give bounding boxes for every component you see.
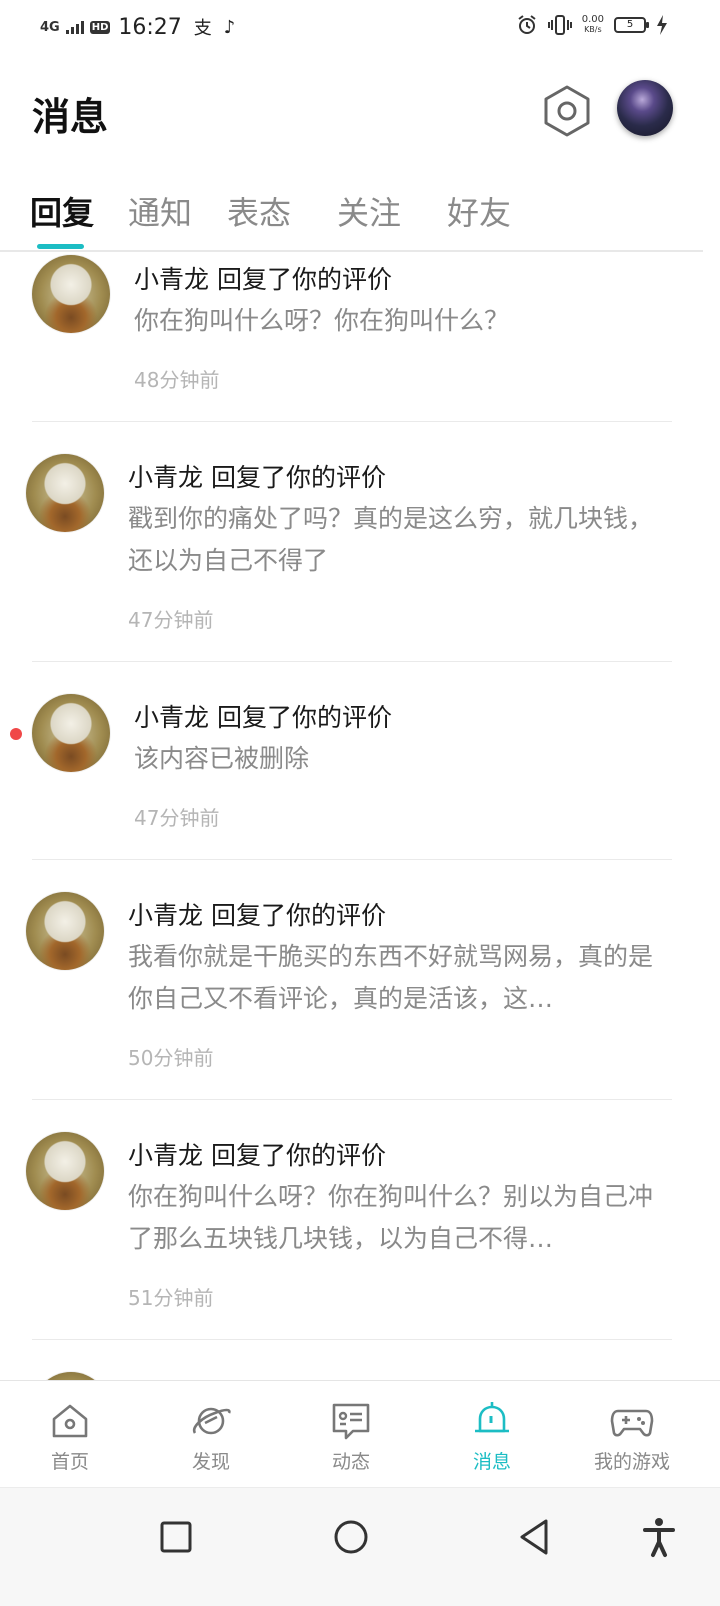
nav-feed[interactable]: 动态 bbox=[286, 1381, 416, 1487]
battery-level: 5 bbox=[626, 19, 634, 30]
network-type: 4G bbox=[40, 19, 60, 35]
unread-dot bbox=[10, 728, 22, 740]
status-bar: 4G HD 16:27 支 ♪ 0.00 KB/s 5 bbox=[0, 0, 720, 56]
message-body: 该内容已被删除 bbox=[134, 744, 310, 773]
nav-home[interactable]: 首页 bbox=[5, 1381, 135, 1487]
message-body: 戳到你的痛处了吗？真的是这么穷，就几块钱，还以为自己不得了 bbox=[128, 504, 654, 575]
chat-card-icon bbox=[332, 1403, 370, 1440]
network-speed: 0.00 KB/s bbox=[582, 15, 604, 35]
message-body: 你在狗叫什么呀？你在狗叫什么？别以为自己冲了那么五块钱几块钱，以为自己不得… bbox=[128, 1182, 654, 1253]
accessibility-icon[interactable] bbox=[634, 1512, 684, 1562]
recent-apps-square-icon[interactable] bbox=[151, 1512, 201, 1562]
settings-button[interactable] bbox=[542, 84, 592, 138]
message-body: 你在狗叫什么呀？你在狗叫什么？ bbox=[134, 306, 510, 335]
battery-icon: 5 bbox=[614, 17, 649, 33]
message-title: 小青龙 回复了你的评价 bbox=[134, 265, 392, 294]
list-item[interactable]: 小青龙 回复了你的评价 你在狗叫什么呀？你在狗叫什么？ 48分钟前 bbox=[0, 252, 720, 422]
tab-reactions[interactable]: 表态 bbox=[227, 188, 291, 234]
message-title: 小青龙 回复了你的评价 bbox=[128, 1141, 386, 1170]
nav-feed-label: 动态 bbox=[331, 1451, 370, 1473]
alipay-notification-icon: 支 bbox=[193, 18, 212, 39]
charging-icon bbox=[657, 15, 667, 35]
nav-messages[interactable]: 消息 bbox=[427, 1381, 557, 1487]
nav-my-games[interactable]: 我的游戏 bbox=[567, 1381, 697, 1487]
sender-avatar-partial[interactable] bbox=[32, 1372, 110, 1380]
home-icon bbox=[52, 1404, 88, 1438]
message-time: 47分钟前 bbox=[134, 806, 220, 830]
profile-avatar[interactable] bbox=[617, 80, 673, 136]
nav-discover[interactable]: 发现 bbox=[146, 1381, 276, 1487]
speed-value: 0.00 bbox=[581, 14, 604, 25]
nav-my-games-label: 我的游戏 bbox=[593, 1451, 670, 1473]
message-title: 小青龙 回复了你的评价 bbox=[128, 901, 386, 930]
sender-avatar[interactable] bbox=[26, 892, 104, 970]
tab-reply[interactable]: 回复 bbox=[30, 188, 94, 234]
sender-avatar[interactable] bbox=[32, 694, 110, 772]
page-title: 消息 bbox=[32, 95, 109, 139]
sender-avatar[interactable] bbox=[26, 1132, 104, 1210]
tab-friends[interactable]: 好友 bbox=[447, 188, 511, 234]
message-time: 50分钟前 bbox=[128, 1046, 214, 1070]
hd-badge: HD bbox=[89, 20, 111, 34]
tab-follow[interactable]: 关注 bbox=[337, 188, 401, 234]
sender-avatar[interactable] bbox=[32, 255, 110, 333]
tab-notice[interactable]: 通知 bbox=[128, 188, 192, 234]
home-circle-icon[interactable] bbox=[326, 1512, 376, 1562]
status-left: 4G HD 16:27 支 ♪ bbox=[40, 14, 235, 40]
vibrate-icon bbox=[547, 15, 572, 35]
signal-icon bbox=[65, 20, 84, 34]
nav-home-label: 首页 bbox=[50, 1451, 89, 1473]
message-time: 47分钟前 bbox=[128, 608, 214, 632]
bell-icon bbox=[475, 1402, 509, 1433]
message-tabs: 回复 通知 表态 关注 好友 bbox=[0, 180, 720, 250]
message-list[interactable]: 小青龙 回复了你的评价 你在狗叫什么呀？你在狗叫什么？ 48分钟前 小青龙 回复… bbox=[0, 252, 720, 1380]
nav-messages-label: 消息 bbox=[472, 1451, 511, 1473]
system-navigation-bar bbox=[0, 1487, 720, 1606]
item-divider bbox=[32, 1339, 672, 1340]
gamepad-icon bbox=[610, 1409, 654, 1437]
settings-hexagon-icon bbox=[544, 85, 590, 137]
list-item[interactable]: 小青龙 回复了你的评价 你在狗叫什么呀？你在狗叫什么？别以为自己冲了那么五块钱几… bbox=[0, 1100, 720, 1340]
speed-unit: KB/s bbox=[584, 25, 602, 34]
message-time: 48分钟前 bbox=[134, 368, 220, 392]
back-triangle-icon[interactable] bbox=[510, 1512, 560, 1562]
nav-discover-label: 发现 bbox=[191, 1451, 230, 1473]
active-tab-indicator bbox=[37, 244, 84, 249]
planet-icon bbox=[192, 1407, 231, 1435]
list-item[interactable]: 小青龙 回复了你的评价 戳到你的痛处了吗？真的是这么穷，就几块钱，还以为自己不得… bbox=[0, 422, 720, 662]
clock-time: 16:27 bbox=[118, 14, 182, 40]
message-body: 我看你就是干脆买的东西不好就骂网易，真的是你自己又不看评论，真的是活该，这… bbox=[128, 942, 654, 1013]
message-title: 小青龙 回复了你的评价 bbox=[134, 703, 392, 732]
alarm-icon bbox=[518, 15, 536, 34]
list-item[interactable]: 小青龙 回复了你的评价 该内容已被删除 47分钟前 bbox=[0, 662, 720, 860]
status-right: 0.00 KB/s 5 bbox=[516, 14, 668, 36]
sender-avatar[interactable] bbox=[26, 454, 104, 532]
tiktok-notification-icon: ♪ bbox=[223, 16, 236, 38]
list-item[interactable]: 小青龙 回复了你的评价 我看你就是干脆买的东西不好就骂网易，真的是你自己又不看评… bbox=[0, 860, 720, 1100]
bottom-navigation: 首页 发现 动态 消息 我的游戏 bbox=[0, 1380, 720, 1487]
message-time: 51分钟前 bbox=[128, 1286, 214, 1310]
message-title: 小青龙 回复了你的评价 bbox=[128, 463, 386, 492]
